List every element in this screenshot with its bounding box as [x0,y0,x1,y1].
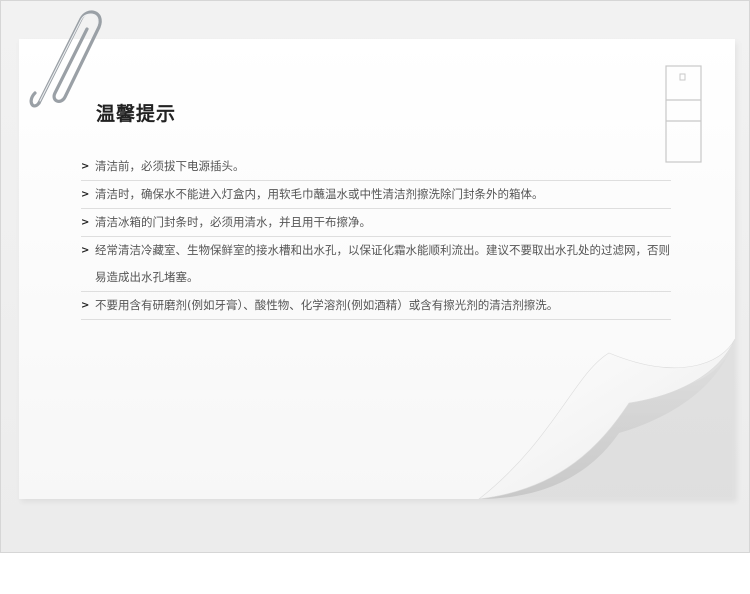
chevron-right-icon: > [81,217,90,228]
chevron-right-icon: > [81,161,90,172]
refrigerator-icon [665,65,702,163]
chevron-right-icon: > [81,245,90,256]
tip-text: 清洁时，确保水不能进入灯盒内，用软毛巾蘸温水或中性清洁剂擦洗除门封条外的箱体。 [95,187,544,201]
tip-text: 不要用含有研磨剂(例如牙膏）、酸性物、化学溶剂(例如酒精）或含有擦光剂的清洁剂擦… [95,298,559,312]
list-item: > 经常清洁冷藏室、生物保鲜室的接水槽和出水孔，以保证化霜水能顺利流出。建议不要… [81,237,671,292]
tip-text: 清洁前，必须拔下电源插头。 [95,159,245,173]
tip-text: 清洁冰箱的门封条时，必须用清水，并且用干布擦净。 [95,215,371,229]
chevron-right-icon: > [81,300,90,311]
list-item: > 清洁时，确保水不能进入灯盒内，用软毛巾蘸温水或中性清洁剂擦洗除门封条外的箱体… [81,181,671,209]
tips-panel: 温馨提示 > 清洁前，必须拔下电源插头。 > 清洁时，确保水不能进入灯盒内，用软… [0,0,750,553]
page-title: 温馨提示 [96,103,177,125]
chevron-right-icon: > [81,189,90,200]
paperclip-icon [29,10,102,108]
list-item: > 清洁冰箱的门封条时，必须用清水，并且用干布擦净。 [81,209,671,237]
list-item: > 不要用含有研磨剂(例如牙膏）、酸性物、化学溶剂(例如酒精）或含有擦光剂的清洁… [81,292,671,320]
tip-text: 经常清洁冷藏室、生物保鲜室的接水槽和出水孔，以保证化霜水能顺利流出。建议不要取出… [95,243,670,284]
tips-list: > 清洁前，必须拔下电源插头。 > 清洁时，确保水不能进入灯盒内，用软毛巾蘸温水… [81,153,671,320]
list-item: > 清洁前，必须拔下电源插头。 [81,153,671,181]
